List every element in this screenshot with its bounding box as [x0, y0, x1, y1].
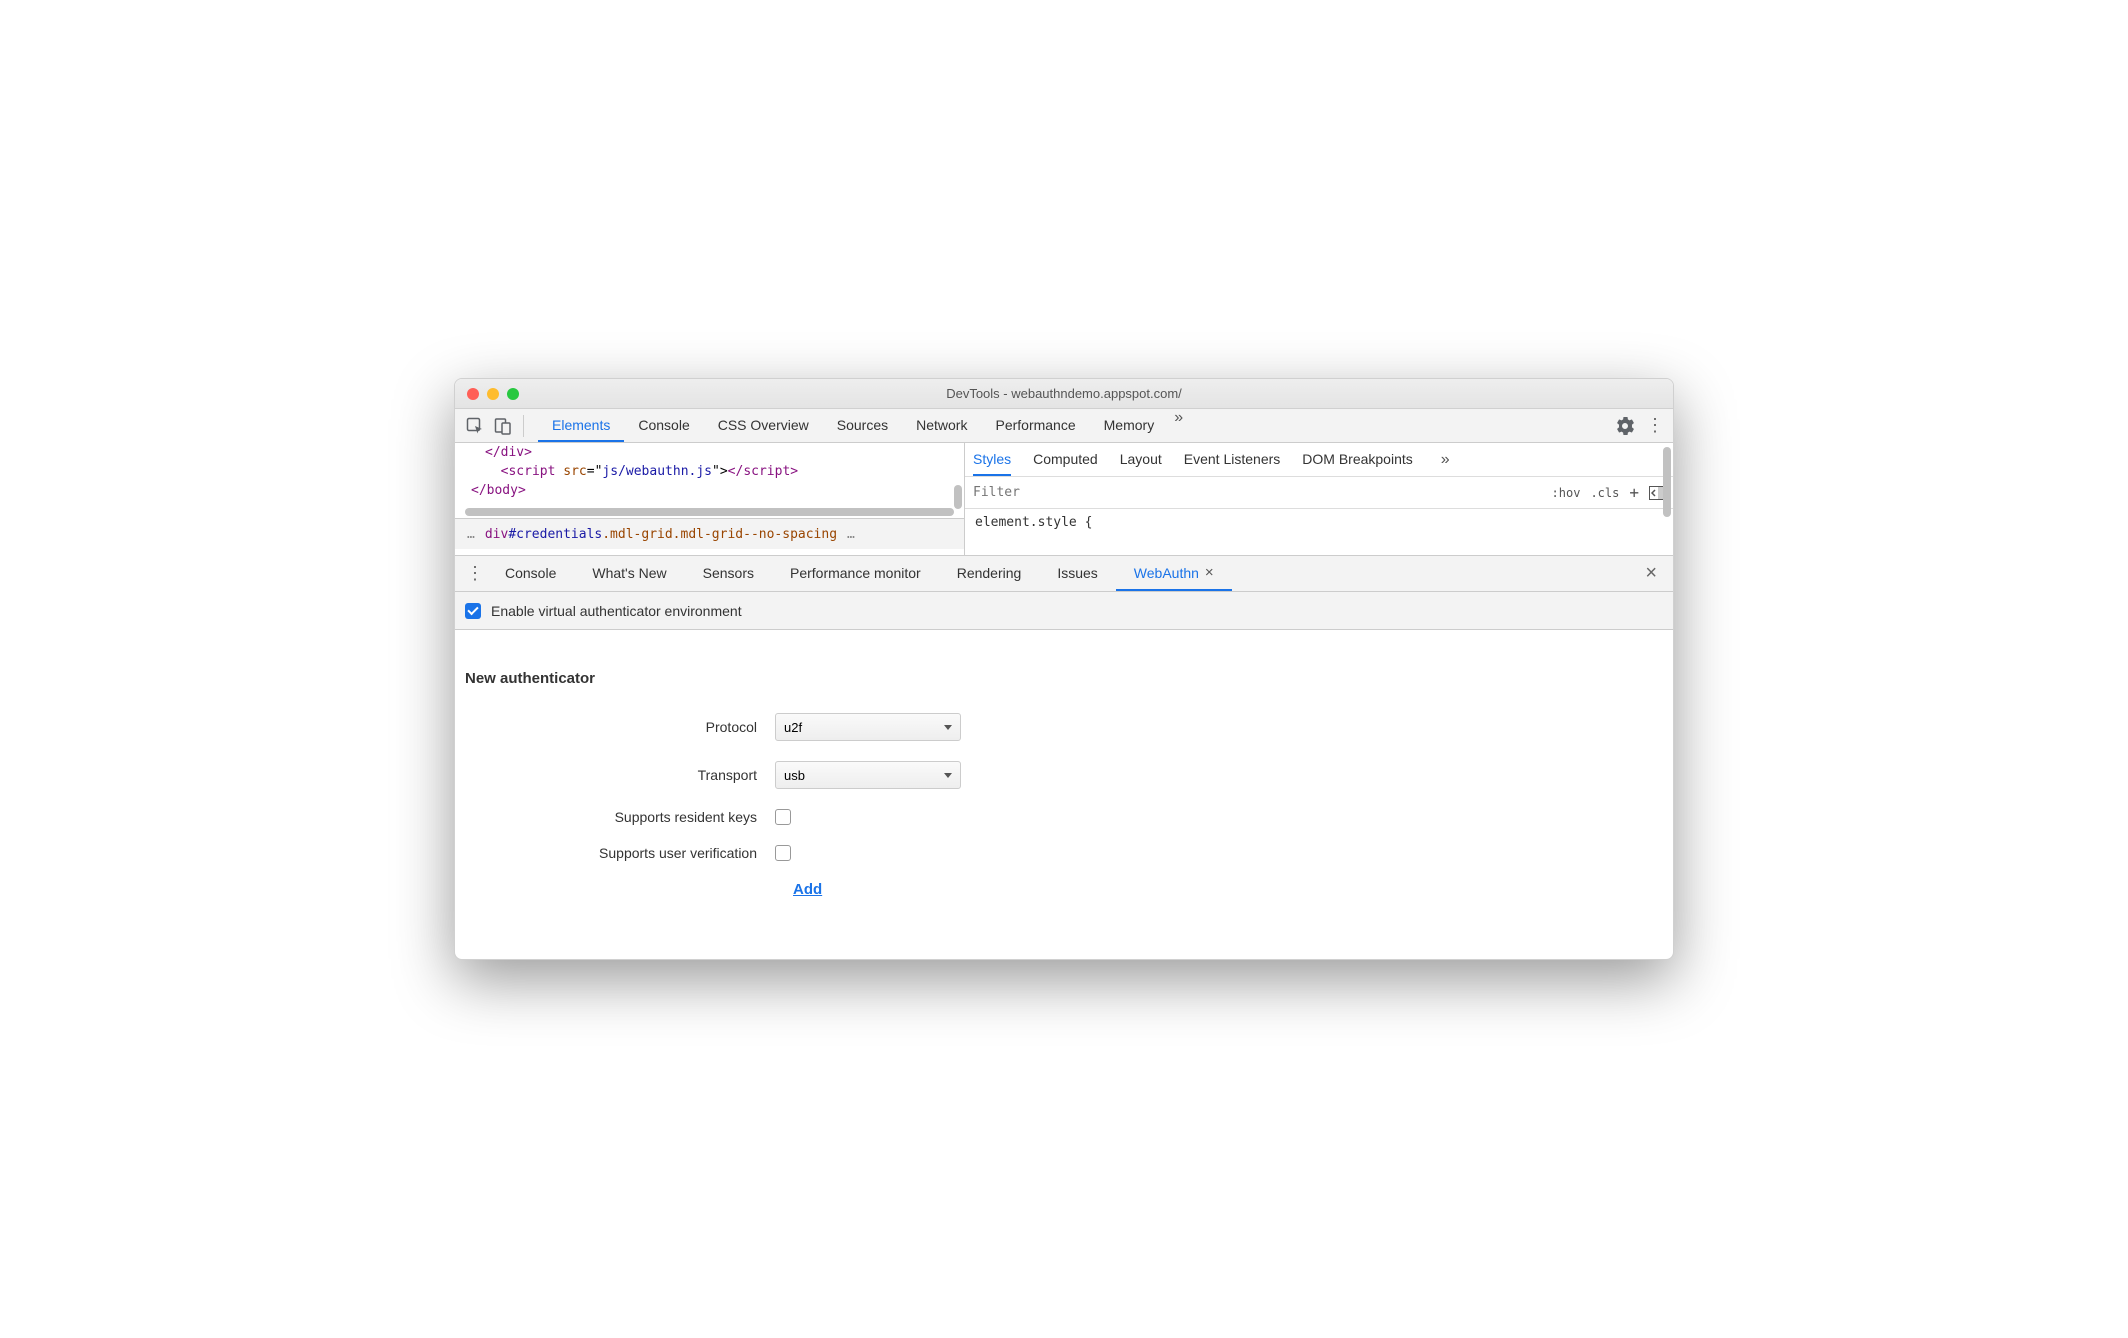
styles-filter-row: :hov .cls +	[965, 477, 1673, 509]
inspect-element-icon[interactable]	[461, 412, 489, 440]
main-tabs-bar: Elements Console CSS Overview Sources Ne…	[455, 409, 1673, 443]
chevron-down-icon	[944, 773, 952, 778]
more-menu-icon[interactable]: ⋮	[1643, 412, 1667, 440]
add-authenticator-link[interactable]: Add	[793, 881, 822, 898]
supports-resident-keys-checkbox[interactable]	[775, 809, 791, 825]
drawer-tab-console[interactable]: Console	[487, 556, 574, 591]
close-drawer-icon[interactable]: ×	[1637, 562, 1665, 585]
enable-row: Enable virtual authenticator environment	[455, 592, 1673, 630]
chevron-down-icon	[944, 725, 952, 730]
stab-layout[interactable]: Layout	[1120, 443, 1162, 476]
styles-content[interactable]: element.style {	[965, 509, 1673, 536]
styles-tabs-overflow-icon[interactable]: »	[1435, 451, 1456, 469]
vertical-scrollbar[interactable]	[954, 485, 962, 509]
settings-gear-icon[interactable]	[1611, 412, 1639, 440]
styles-sidebar: Styles Computed Layout Event Listeners D…	[965, 443, 1673, 555]
tab-sources[interactable]: Sources	[823, 409, 902, 442]
drawer-tab-sensors[interactable]: Sensors	[685, 556, 772, 591]
minimize-window-button[interactable]	[487, 388, 499, 400]
drawer-tab-webauthn[interactable]: WebAuthn ×	[1116, 556, 1232, 591]
breadcrumb-ellipsis-left[interactable]: …	[467, 527, 475, 542]
stab-styles[interactable]: Styles	[973, 443, 1011, 476]
tab-network[interactable]: Network	[902, 409, 981, 442]
close-tab-icon[interactable]: ×	[1205, 564, 1214, 581]
stab-computed[interactable]: Computed	[1033, 443, 1098, 476]
resident-keys-label: Supports resident keys	[465, 809, 775, 825]
styles-tabs: Styles Computed Layout Event Listeners D…	[965, 443, 1673, 477]
tabs-overflow-icon[interactable]: »	[1168, 409, 1189, 442]
new-style-rule-icon[interactable]: +	[1629, 483, 1639, 502]
devtools-window: DevTools - webauthndemo.appspot.com/ Ele…	[454, 378, 1674, 960]
drawer-tab-rendering[interactable]: Rendering	[939, 556, 1040, 591]
user-verification-label: Supports user verification	[465, 845, 775, 861]
enable-label: Enable virtual authenticator environment	[491, 603, 742, 619]
maximize-window-button[interactable]	[507, 388, 519, 400]
tab-css-overview[interactable]: CSS Overview	[704, 409, 823, 442]
webauthn-panel: New authenticator Protocol u2f Transport…	[455, 630, 1673, 959]
breadcrumb-node[interactable]: div#credentials.mdl-grid.mdl-grid--no-sp…	[485, 527, 837, 542]
breadcrumb-ellipsis-right[interactable]: …	[847, 527, 855, 542]
hov-toggle[interactable]: :hov	[1552, 486, 1581, 500]
window-title: DevTools - webauthndemo.appspot.com/	[467, 386, 1661, 401]
elements-panel: </div> <script src="js/webauthn.js"></sc…	[455, 443, 1673, 556]
transport-label: Transport	[465, 767, 775, 783]
stab-event-listeners[interactable]: Event Listeners	[1184, 443, 1281, 476]
enable-virtual-authenticator-checkbox[interactable]	[465, 603, 481, 619]
dom-tree[interactable]: </div> <script src="js/webauthn.js"></sc…	[455, 443, 965, 555]
close-window-button[interactable]	[467, 388, 479, 400]
stab-dom-breakpoints[interactable]: DOM Breakpoints	[1302, 443, 1412, 476]
styles-scrollbar[interactable]	[1663, 447, 1671, 517]
new-authenticator-heading: New authenticator	[465, 670, 1663, 687]
main-tabs: Elements Console CSS Overview Sources Ne…	[538, 409, 1611, 442]
styles-filter-input[interactable]	[973, 485, 1552, 500]
transport-select[interactable]: usb	[775, 761, 961, 789]
titlebar: DevTools - webauthndemo.appspot.com/	[455, 379, 1673, 409]
drawer-tabs: ⋮ Console What's New Sensors Performance…	[455, 556, 1673, 592]
supports-user-verification-checkbox[interactable]	[775, 845, 791, 861]
horizontal-scrollbar[interactable]	[465, 508, 954, 516]
device-toolbar-icon[interactable]	[489, 412, 517, 440]
drawer-more-icon[interactable]: ⋮	[463, 563, 487, 584]
drawer-tab-performance-monitor[interactable]: Performance monitor	[772, 556, 939, 591]
drawer-tab-whats-new[interactable]: What's New	[574, 556, 684, 591]
traffic-lights	[467, 388, 519, 400]
tab-performance[interactable]: Performance	[981, 409, 1089, 442]
tab-memory[interactable]: Memory	[1090, 409, 1169, 442]
cls-toggle[interactable]: .cls	[1590, 486, 1619, 500]
tab-elements[interactable]: Elements	[538, 409, 624, 442]
tab-console[interactable]: Console	[624, 409, 703, 442]
breadcrumb: … div#credentials.mdl-grid.mdl-grid--no-…	[455, 518, 964, 549]
drawer-tab-issues[interactable]: Issues	[1039, 556, 1115, 591]
protocol-label: Protocol	[465, 719, 775, 735]
protocol-select[interactable]: u2f	[775, 713, 961, 741]
